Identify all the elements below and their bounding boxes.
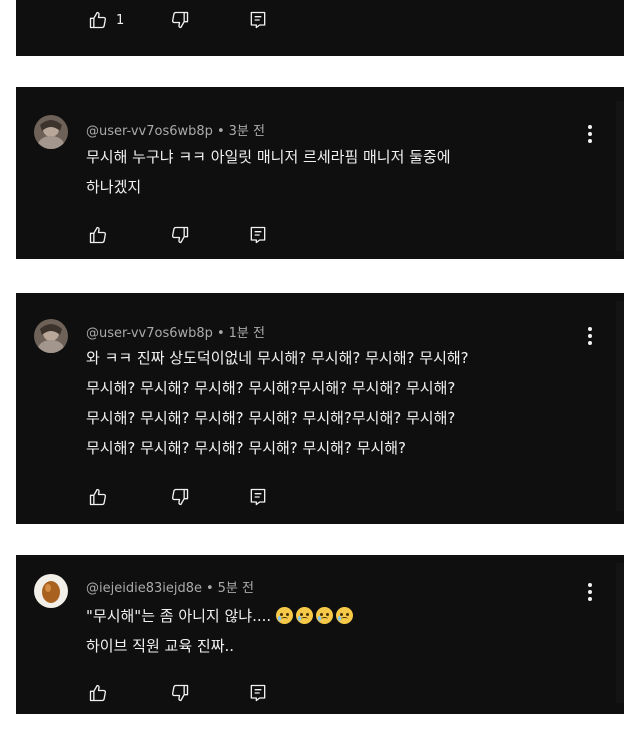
comment-card: @user-vv7os6wb8p • 3분 전 무시해 누구냐 ㅋㅋ 아일릿 매니저… [16,87,624,259]
comment-actions [88,682,308,704]
comment-line: 무시해? 무시해? 무시해? 무시해? 무시해?무시해? 무시해? [86,409,456,427]
thumbs-down-icon [171,226,189,244]
crying-face-emoji [295,607,313,624]
timestamp[interactable]: 5분 전 [218,581,254,596]
timestamp[interactable]: 1분 전 [229,326,265,341]
dislike-button[interactable] [170,9,190,31]
more-vertical-icon [588,583,592,601]
comment-text: 무시해 누구냐 ㅋㅋ 아일릿 매니저 르세라핌 매니저 둘중에 하나겠지 [86,142,576,202]
more-options-button[interactable] [582,325,598,347]
thumbs-up-icon [89,684,107,702]
like-button[interactable] [88,486,108,508]
reply-button[interactable] [248,682,268,704]
crying-face-emoji [315,607,333,624]
comment-line: 하이브 직원 교육 진짜.. [86,637,235,655]
thumbs-down-icon [171,488,189,506]
avatar[interactable] [34,115,68,149]
comment-card: @user-vv7os6wb8p • 1분 전 와 ㅋㅋ 진짜 상도덕이없네 무시해… [16,293,624,524]
thumbs-down-icon [171,684,189,702]
more-options-button[interactable] [582,581,598,603]
reply-icon [250,226,266,244]
comment-actions: 1 [88,9,308,31]
meta-separator: • [205,581,214,596]
avatar[interactable] [34,574,68,608]
like-button[interactable] [88,224,108,246]
reply-button[interactable] [248,224,268,246]
card-edge [616,301,624,511]
timestamp[interactable]: 3분 전 [229,124,265,139]
comment-actions [88,224,308,246]
thumbs-down-icon [171,11,189,29]
comment-line: 하나겠지 [86,178,142,196]
dislike-button[interactable] [170,682,190,704]
meta-separator: • [216,326,225,341]
card-edge [616,101,624,251]
meta-separator: • [216,124,225,139]
comment-meta: @user-vv7os6wb8p • 3분 전 [86,120,265,139]
username[interactable]: @user-vv7os6wb8p [86,124,213,139]
comment-text: "무시해"는 좀 아니지 않냐.... 하이브 직원 교육 진짜.. [86,601,576,661]
comment-line: 무시해 누구냐 ㅋㅋ 아일릿 매니저 르세라핌 매니저 둘중에 [86,148,451,166]
username[interactable]: @user-vv7os6wb8p [86,326,213,341]
like-button[interactable] [88,682,108,704]
crying-face-emoji [275,607,293,624]
reply-icon [250,684,266,702]
thumbs-up-icon [89,11,107,29]
like-count: 1 [116,12,125,28]
comment-line-text: "무시해"는 좀 아니지 않냐.... [86,607,272,625]
thumbs-up-icon [89,488,107,506]
card-edge [616,563,624,703]
reply-icon [250,11,266,29]
dislike-button[interactable] [170,486,190,508]
comment-line: "무시해"는 좀 아니지 않냐.... [86,601,576,631]
more-vertical-icon [588,327,592,345]
more-options-button[interactable] [582,123,598,145]
dislike-button[interactable] [170,224,190,246]
avatar[interactable] [34,319,68,353]
comment-meta: @iejeidie83iejd8e • 5분 전 [86,577,254,596]
reply-button[interactable] [248,9,268,31]
crying-face-emoji [335,607,353,624]
more-vertical-icon [588,125,592,143]
comment-text: 와 ㅋㅋ 진짜 상도덕이없네 무시해? 무시해? 무시해? 무시해? 무시해? … [86,343,576,463]
comment-line: 무시해? 무시해? 무시해? 무시해? 무시해? 무시해? [86,439,407,457]
comment-actions [88,486,308,508]
reply-button[interactable] [248,486,268,508]
username[interactable]: @iejeidie83iejd8e [86,581,202,596]
comment-meta: @user-vv7os6wb8p • 1분 전 [86,322,265,341]
comment-line: 무시해? 무시해? 무시해? 무시해?무시해? 무시해? 무시해? [86,379,456,397]
reply-icon [250,488,266,506]
thumbs-up-icon [89,226,107,244]
comment-line: 와 ㅋㅋ 진짜 상도덕이없네 무시해? 무시해? 무시해? 무시해? [86,349,469,367]
comment-card: @iejeidie83iejd8e • 5분 전 "무시해"는 좀 아니지 않냐..… [16,555,624,714]
comment-card-partial: 1 [16,0,624,56]
like-button[interactable]: 1 [88,9,124,31]
